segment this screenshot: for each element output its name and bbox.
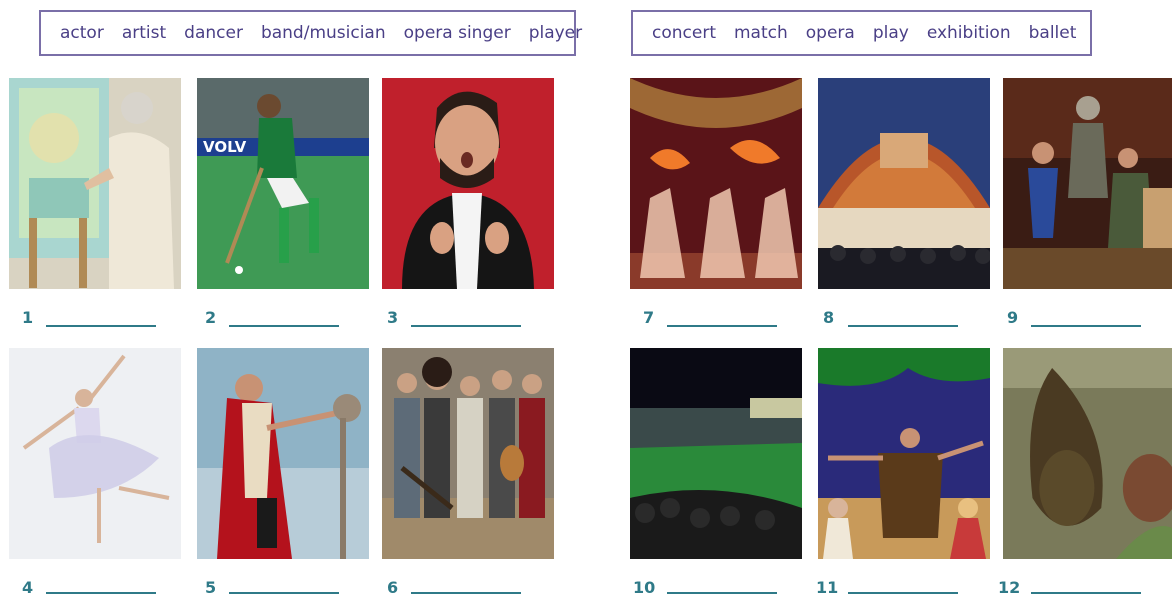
answer-blank-11[interactable]: [848, 592, 958, 594]
opera-singer-photo: [382, 78, 554, 289]
item-number-3: 3: [387, 308, 399, 327]
answer-blank-6[interactable]: [411, 592, 521, 594]
theatre-play-photo: [1003, 78, 1172, 289]
item-number-2: 2: [205, 308, 217, 327]
people-word-box: actor artist dancer band/musician opera …: [39, 10, 582, 56]
word-match: match: [733, 23, 788, 43]
item-number-11: 11: [816, 578, 839, 597]
answer-blank-5[interactable]: [229, 592, 339, 594]
word-opera: opera: [805, 23, 855, 43]
concert-hall-photo: [818, 78, 990, 289]
item-number-7: 7: [643, 308, 655, 327]
word-artist: artist: [121, 23, 167, 43]
item-number-4: 4: [22, 578, 34, 597]
item-number-6: 6: [387, 578, 399, 597]
ballerina-photo: [9, 348, 181, 559]
answer-blank-10[interactable]: [667, 592, 777, 594]
band-photo: [382, 348, 554, 559]
item-number-5: 5: [205, 578, 217, 597]
exhibition-sculpture-photo: [1003, 348, 1172, 559]
word-concert: concert: [652, 23, 716, 43]
answer-blank-12[interactable]: [1031, 592, 1141, 594]
item-number-8: 8: [823, 308, 835, 327]
item-number-10: 10: [633, 578, 656, 597]
stadium-match-photo: [630, 348, 802, 559]
word-ballet: ballet: [1028, 23, 1077, 43]
word-actor: actor: [60, 23, 104, 43]
event-word-box: concert match opera play exhibition ball…: [631, 10, 1092, 56]
word-opera-singer: opera singer: [403, 23, 511, 43]
svg-text:VOLV: VOLV: [203, 138, 247, 156]
answer-blank-3[interactable]: [411, 325, 521, 327]
word-exhibition: exhibition: [926, 23, 1011, 43]
word-band-musician: band/musician: [260, 23, 386, 43]
word-play: play: [872, 23, 909, 43]
item-number-1: 1: [22, 308, 34, 327]
answer-blank-2[interactable]: [229, 325, 339, 327]
actor-costume-photo: [197, 348, 369, 559]
ballet-stage-photo: [630, 78, 802, 289]
answer-blank-7[interactable]: [667, 325, 777, 327]
item-number-12: 12: [998, 578, 1021, 597]
word-dancer: dancer: [184, 23, 243, 43]
item-number-9: 9: [1007, 308, 1019, 327]
word-player: player: [528, 23, 583, 43]
answer-blank-1[interactable]: [46, 325, 156, 327]
opera-stage-photo: [818, 348, 990, 559]
painter-photo: [9, 78, 181, 289]
hockey-player-photo: VOLV: [197, 78, 369, 289]
answer-blank-4[interactable]: [46, 592, 156, 594]
answer-blank-9[interactable]: [1031, 325, 1141, 327]
answer-blank-8[interactable]: [848, 325, 958, 327]
